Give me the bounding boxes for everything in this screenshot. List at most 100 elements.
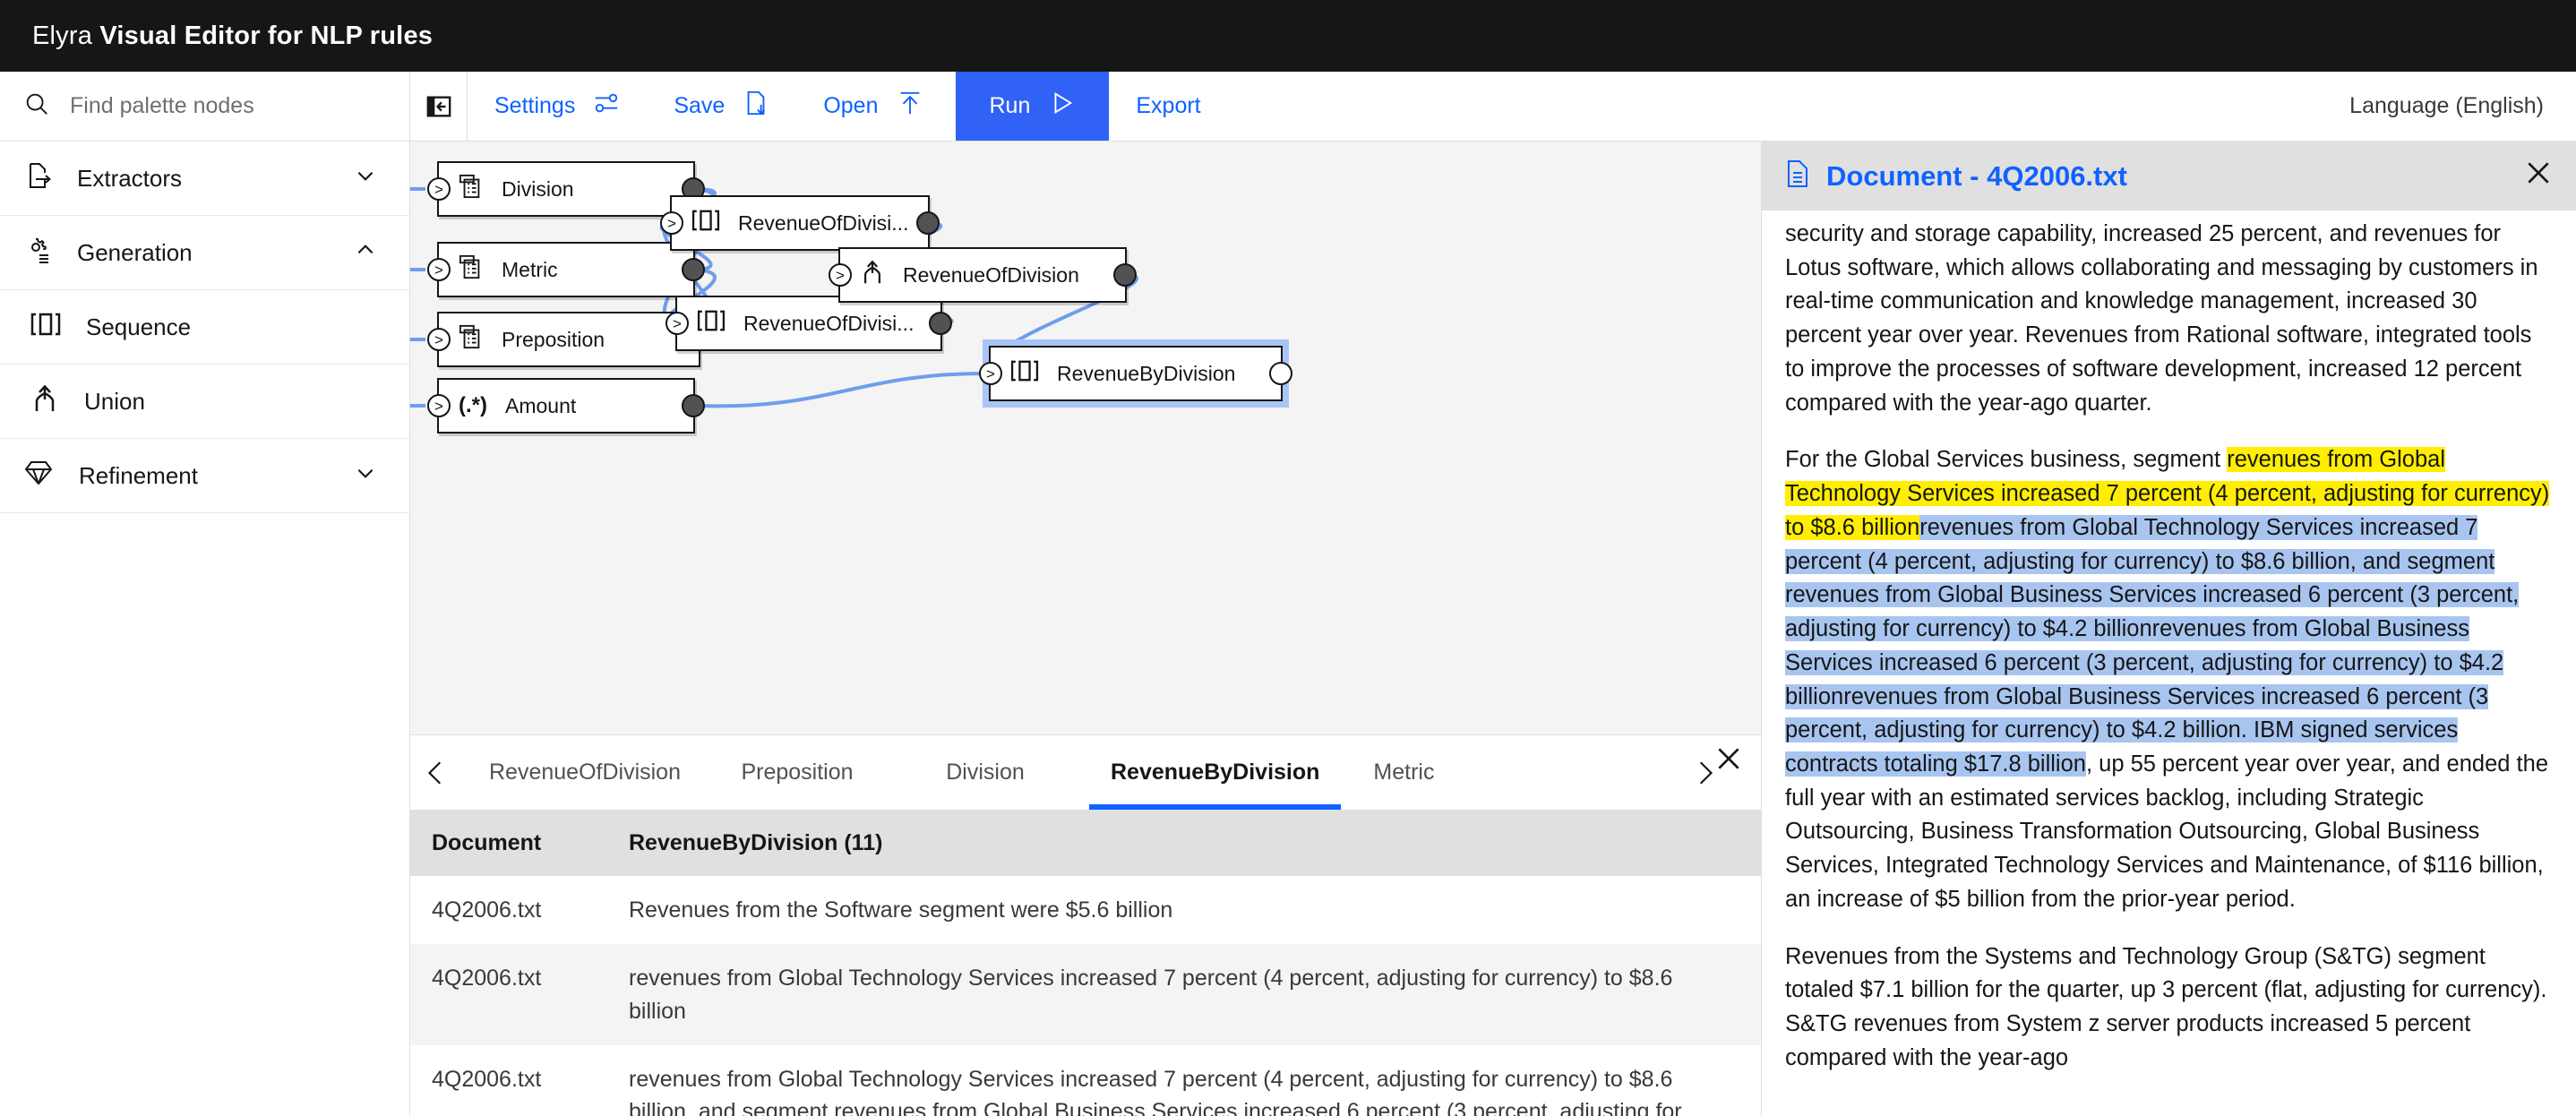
chevron-down-icon[interactable] bbox=[354, 461, 377, 490]
node-input-port[interactable]: > bbox=[427, 394, 451, 417]
node-label: Metric bbox=[502, 257, 558, 281]
open-button[interactable]: Open bbox=[796, 72, 949, 141]
node-input-port[interactable]: > bbox=[979, 362, 1002, 385]
open-label: Open bbox=[823, 93, 879, 118]
palette-sidebar: Extractors Generation Sequence Union Ref… bbox=[0, 142, 410, 1116]
sidebar-item-label: Extractors bbox=[77, 164, 183, 192]
node-input-port[interactable]: > bbox=[665, 312, 689, 335]
node-label: Preposition bbox=[502, 327, 605, 351]
node-revenuebydivision[interactable]: > RevenueByDivision bbox=[979, 339, 1292, 408]
node-output-port[interactable] bbox=[929, 312, 952, 335]
tab-preposition[interactable]: Preposition bbox=[708, 735, 887, 810]
flow-edges bbox=[410, 187, 1139, 408]
tab-revenueofdivision[interactable]: RevenueOfDivision bbox=[462, 735, 708, 810]
node-output-port[interactable] bbox=[1113, 263, 1137, 287]
settings-button[interactable]: Settings bbox=[468, 72, 647, 141]
node-output-port[interactable] bbox=[682, 258, 705, 281]
save-label: Save bbox=[674, 93, 726, 118]
sidebar-item-label: Generation bbox=[77, 238, 193, 266]
gear-list-icon bbox=[23, 236, 52, 270]
tab-label: RevenueOfDivision bbox=[489, 760, 681, 785]
cell-value: revenues from Global Technology Services… bbox=[607, 944, 1761, 1045]
cell-value: revenues from Global Technology Services… bbox=[607, 1044, 1761, 1116]
app-header: Elyra Visual Editor for NLP rules bbox=[0, 0, 2576, 72]
close-icon[interactable] bbox=[1711, 744, 1747, 780]
save-button[interactable]: Save bbox=[647, 72, 796, 141]
upload-icon bbox=[897, 90, 923, 123]
sequence-icon bbox=[691, 209, 720, 237]
cell-document: 4Q2006.txt bbox=[410, 876, 607, 945]
node-output-port[interactable] bbox=[916, 211, 940, 235]
chevron-up-icon[interactable] bbox=[354, 238, 377, 267]
sidebar-item-refinement[interactable]: Refinement bbox=[0, 439, 409, 513]
document-panel: Document - 4Q2006.txt security and stora… bbox=[1761, 142, 2576, 1116]
node-output-port[interactable] bbox=[1269, 362, 1292, 385]
results-table: Document RevenueByDivision (11) 4Q2006.t… bbox=[410, 811, 1761, 1116]
sidebar-item-label: Refinement bbox=[79, 461, 198, 489]
column-header-value[interactable]: RevenueByDivision (11) bbox=[607, 811, 1761, 876]
run-label: Run bbox=[989, 93, 1031, 118]
sidebar-item-sequence[interactable]: Sequence bbox=[0, 290, 409, 365]
highlight-blue: revenues from Global Technology Services… bbox=[1785, 514, 2520, 777]
node-input-port[interactable]: > bbox=[427, 177, 451, 201]
node-label: RevenueOfDivision bbox=[903, 262, 1079, 287]
sequence-icon bbox=[30, 312, 61, 343]
sidebar-item-union[interactable]: Union bbox=[0, 365, 409, 439]
node-input-port[interactable]: > bbox=[427, 328, 451, 351]
app-title: Visual Editor for NLP rules bbox=[99, 21, 434, 50]
search-icon bbox=[23, 90, 50, 122]
play-icon bbox=[1048, 90, 1075, 123]
node-division[interactable]: > Division bbox=[427, 161, 705, 217]
node-revenueofdivision-union[interactable]: > RevenueOfDivision bbox=[829, 247, 1137, 303]
page-title: Elyra Visual Editor for NLP rules bbox=[0, 21, 433, 51]
document-download-icon bbox=[743, 90, 769, 123]
chevron-down-icon[interactable] bbox=[354, 164, 377, 193]
node-metric[interactable]: > Metric bbox=[427, 242, 705, 297]
node-label: RevenueOfDivisi... bbox=[743, 311, 914, 335]
language-label[interactable]: Language (English) bbox=[2349, 72, 2576, 141]
column-header-document[interactable]: Document bbox=[410, 811, 607, 876]
node-label: Amount bbox=[505, 393, 577, 417]
node-label: RevenueByDivision bbox=[1057, 361, 1236, 385]
node-input-port[interactable]: > bbox=[829, 263, 852, 287]
document-icon bbox=[1785, 159, 1810, 193]
node-amount[interactable]: > (.*) Amount bbox=[427, 378, 705, 434]
results-tabs: RevenueOfDivision Preposition Division R… bbox=[462, 735, 1679, 810]
table-row[interactable]: 4Q2006.txt revenues from Global Technolo… bbox=[410, 944, 1761, 1045]
run-button[interactable]: Run bbox=[955, 72, 1110, 141]
node-preposition[interactable]: > Preposition bbox=[427, 312, 710, 367]
node-label: RevenueOfDivisi... bbox=[738, 210, 909, 235]
sequence-icon bbox=[1010, 359, 1039, 388]
sequence-icon bbox=[697, 309, 726, 338]
union-arrow-icon bbox=[30, 384, 59, 418]
document-paragraph-highlighted: For the Global Services business, segmen… bbox=[1785, 443, 2553, 916]
node-revenueofdivision-seq-2[interactable]: > RevenueOfDivisi... bbox=[665, 296, 952, 351]
node-input-port[interactable]: > bbox=[660, 211, 683, 235]
node-output-port[interactable] bbox=[682, 394, 705, 417]
flow-canvas[interactable]: > Division > Metric > Preposition > (.*)… bbox=[410, 142, 1761, 734]
table-row[interactable]: 4Q2006.txt Revenues from the Software se… bbox=[410, 876, 1761, 945]
tab-metric[interactable]: Metric bbox=[1346, 735, 1461, 810]
export-button[interactable]: Export bbox=[1109, 72, 1227, 141]
close-icon[interactable] bbox=[2524, 159, 2553, 194]
brand-name: Elyra bbox=[32, 21, 93, 50]
node-label: Division bbox=[502, 176, 574, 201]
node-revenueofdivision-seq-1[interactable]: > RevenueOfDivisi... bbox=[660, 195, 940, 251]
tab-label: Metric bbox=[1373, 760, 1435, 785]
sliders-icon bbox=[593, 90, 620, 123]
tab-label: Division bbox=[946, 760, 1025, 785]
search-input[interactable]: Find palette nodes bbox=[0, 72, 410, 141]
sidebar-item-extractors[interactable]: Extractors bbox=[0, 142, 409, 216]
document-export-icon bbox=[23, 161, 52, 196]
node-input-port[interactable]: > bbox=[427, 258, 451, 281]
document-body[interactable]: security and storage capability, increas… bbox=[1762, 210, 2576, 1076]
sidebar-item-label: Sequence bbox=[86, 313, 192, 340]
tab-revenuebydivision[interactable]: RevenueByDivision bbox=[1084, 735, 1346, 810]
tab-division[interactable]: Division bbox=[887, 735, 1084, 810]
sidebar-item-generation[interactable]: Generation bbox=[0, 216, 409, 290]
tab-scroll-left-button[interactable] bbox=[410, 760, 462, 786]
table-row[interactable]: 4Q2006.txt revenues from Global Technolo… bbox=[410, 1044, 1761, 1116]
toolbar: Find palette nodes Settings Save Open Ru… bbox=[0, 72, 2576, 142]
panel-collapse-icon[interactable] bbox=[410, 72, 468, 141]
